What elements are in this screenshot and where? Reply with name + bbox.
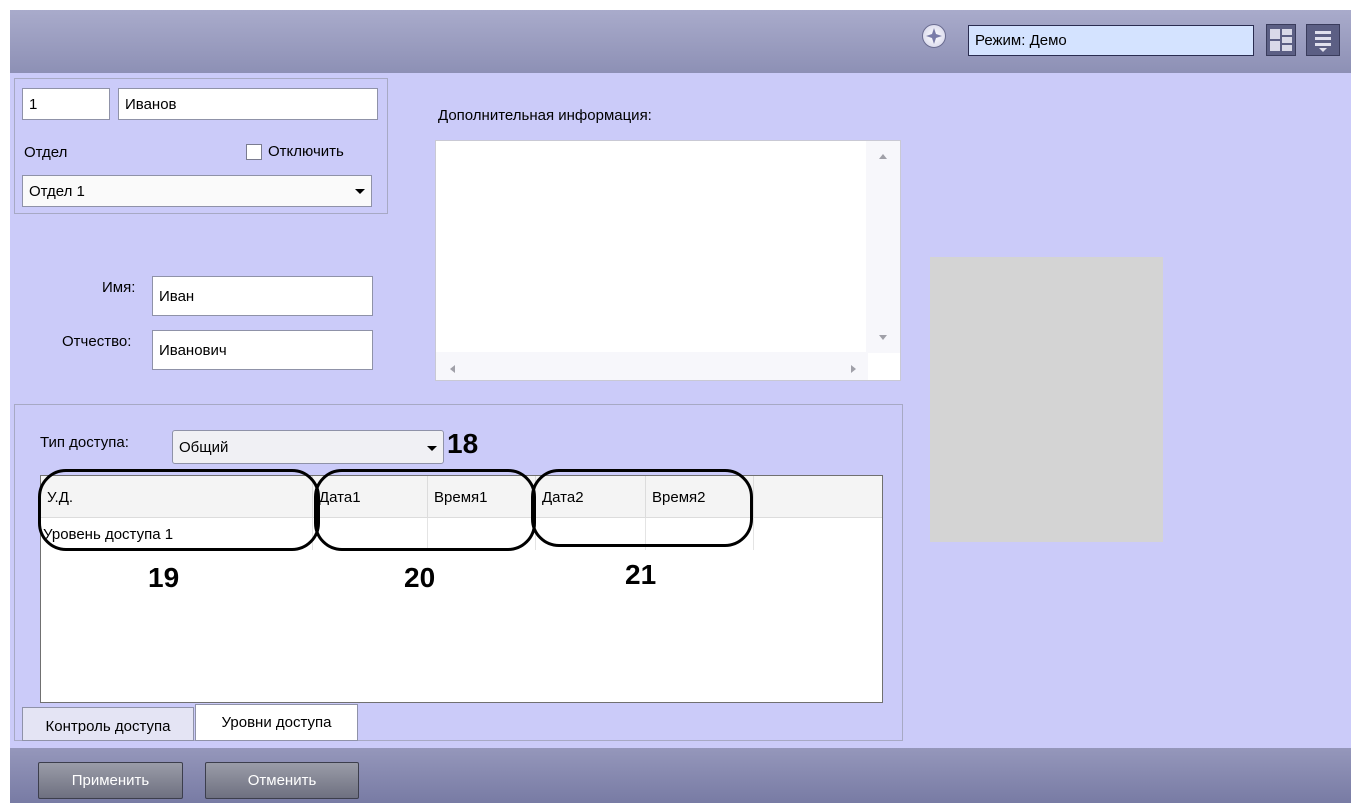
callout-19: 19 [148, 562, 180, 593]
access-type-label: Тип доступа: [40, 434, 129, 451]
tab-access-control[interactable]: Контроль доступа [22, 707, 194, 741]
top-bar: Режим: Демо [10, 10, 1351, 73]
patronymic-field[interactable]: Иванович [152, 330, 373, 370]
scroll-left-icon[interactable] [448, 361, 458, 373]
mode-icon[interactable] [922, 24, 946, 48]
mode-field[interactable]: Режим: Демо [968, 25, 1254, 56]
extra-info-label: Дополнительная информация: [438, 107, 652, 124]
last-name-field[interactable]: Иванов [118, 88, 378, 120]
apply-button[interactable]: Применить [38, 762, 183, 799]
menu-icon[interactable] [1306, 24, 1340, 56]
dropdown-arrow-icon[interactable] [352, 181, 368, 201]
scroll-down-icon[interactable] [878, 329, 888, 340]
patronymic-label: Отчество: [62, 333, 132, 350]
first-name-field[interactable]: Иван [152, 276, 373, 316]
scroll-right-icon[interactable] [848, 361, 858, 373]
annotation-oval-21 [531, 469, 753, 547]
callout-20: 20 [404, 562, 436, 593]
annotation-oval-19 [38, 469, 320, 551]
department-label: Отдел [24, 144, 68, 161]
photo-placeholder [930, 257, 1163, 542]
scroll-up-icon[interactable] [878, 149, 888, 159]
id-field[interactable]: 1 [22, 88, 110, 120]
callout-21: 21 [625, 559, 657, 590]
department-select[interactable]: Отдел 1 [22, 175, 372, 207]
first-name-label: Имя: [102, 279, 136, 296]
disable-label: Отключить [268, 143, 344, 160]
access-type-select[interactable]: Общий [172, 430, 444, 464]
access-type-arrow-icon[interactable] [424, 440, 440, 456]
scrollbar-vertical[interactable] [866, 141, 900, 353]
scrollbar-horizontal[interactable] [436, 352, 868, 380]
cancel-button[interactable]: Отменить [205, 762, 359, 799]
layout-grid-icon[interactable] [1266, 24, 1296, 56]
tab-access-levels[interactable]: Уровни доступа [195, 704, 358, 741]
callout-18: 18 [447, 428, 479, 459]
annotation-oval-20 [314, 469, 536, 551]
extra-info-textarea[interactable] [435, 140, 901, 381]
disable-checkbox[interactable] [246, 144, 262, 160]
